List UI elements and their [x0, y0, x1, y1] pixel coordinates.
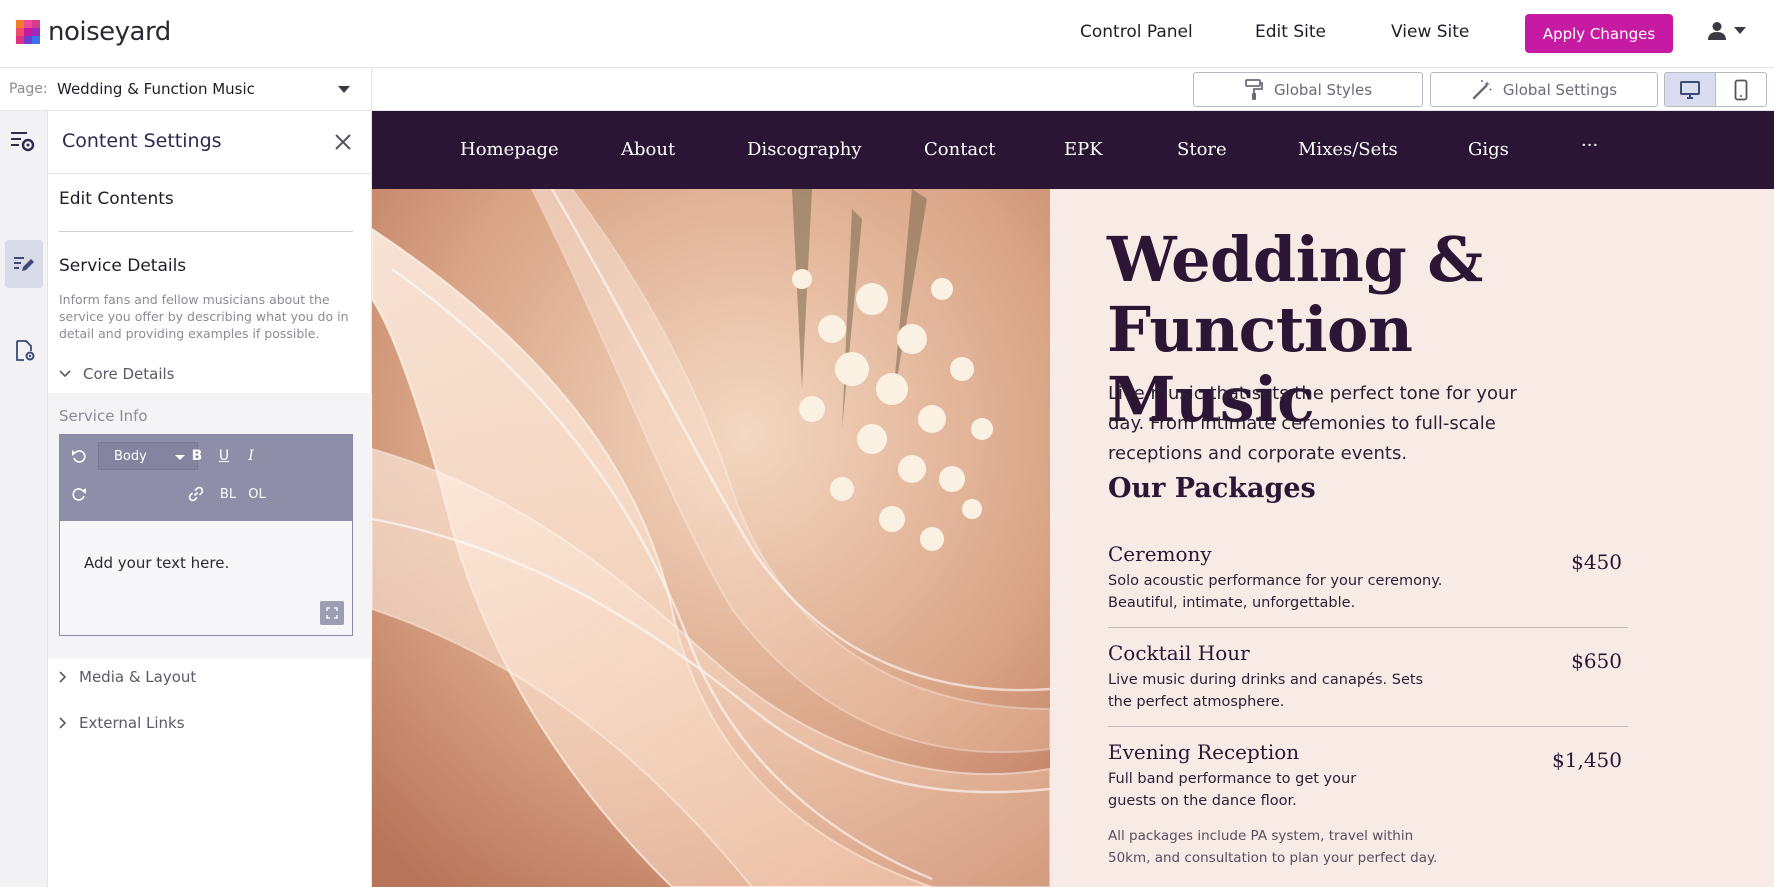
section-divider: [59, 231, 353, 232]
caret-down-icon: [1734, 27, 1746, 34]
nav-edit-site[interactable]: Edit Site: [1255, 22, 1326, 42]
page-selector[interactable]: Page: Wedding & Function Music: [0, 68, 372, 111]
service-intro: Live music that sets the perfect tone fo…: [1108, 383, 1517, 464]
italic-icon[interactable]: I: [240, 445, 262, 467]
site-nav-mixes-sets[interactable]: Mixes/Sets: [1298, 139, 1398, 160]
package-name: Evening Reception: [1108, 740, 1300, 764]
expand-icon: [326, 607, 338, 619]
media-layout-accordion[interactable]: Media & Layout: [59, 668, 196, 686]
site-nav-homepage[interactable]: Homepage: [460, 139, 559, 160]
veil-flowers-illustration: [372, 189, 1050, 887]
package-description: Live music during drinks and canapés. Se…: [1108, 672, 1424, 710]
close-icon[interactable]: [332, 131, 354, 153]
global-styles-button[interactable]: Global Styles: [1193, 72, 1423, 107]
text-style-caret-icon: [175, 455, 185, 460]
top-bar: noiseyard Control Panel Edit Site View S…: [0, 0, 1774, 68]
editor-placeholder[interactable]: Add your text here.: [84, 554, 229, 572]
rich-text-editor[interactable]: Body B U I BL OL Add your text here.: [59, 434, 353, 636]
package-name: Ceremony: [1108, 542, 1212, 566]
core-details-accordion[interactable]: Core Details: [59, 365, 175, 383]
rail-page-settings-button[interactable]: [5, 330, 43, 370]
editor-toolbar: Global Styles Global Settings: [372, 68, 1774, 111]
panel-title: Content Settings: [62, 130, 222, 152]
ordered-list-button[interactable]: OL: [244, 483, 270, 505]
nav-control-panel[interactable]: Control Panel: [1080, 22, 1193, 42]
package-price: $650: [1571, 649, 1622, 673]
expand-editor-button[interactable]: [320, 601, 344, 625]
service-details-title: Service Details: [59, 256, 187, 276]
package-item: Evening Reception Full band performance …: [1108, 740, 1628, 812]
site-nav-discography[interactable]: Discography: [747, 139, 862, 160]
external-links-accordion[interactable]: External Links: [59, 714, 185, 732]
text-style-select[interactable]: Body: [98, 442, 198, 470]
site-nav-epk[interactable]: EPK: [1064, 139, 1103, 160]
content-settings-panel: Content Settings Edit Contents Service D…: [11, 111, 372, 887]
package-divider: [1108, 726, 1628, 727]
brand-logo[interactable]: noiseyard: [16, 17, 171, 47]
mobile-view-button[interactable]: [1715, 72, 1767, 107]
package-item: Ceremony Solo acoustic performance for y…: [1108, 542, 1628, 614]
bold-icon[interactable]: B: [186, 445, 208, 467]
panel-header-divider: [48, 173, 372, 174]
page-select-value[interactable]: Wedding & Function Music: [57, 80, 255, 98]
global-settings-button[interactable]: Global Settings: [1430, 72, 1658, 107]
user-menu[interactable]: [1706, 20, 1746, 42]
underline-icon[interactable]: U: [213, 445, 235, 467]
package-description: Full band performance to get your guests…: [1108, 771, 1357, 809]
site-nav-contact[interactable]: Contact: [924, 139, 995, 160]
chevron-right-icon: [59, 671, 67, 683]
edit-contents-heading: Edit Contents: [59, 189, 174, 209]
package-divider: [1108, 627, 1628, 628]
chevron-down-icon: [59, 370, 71, 378]
nav-view-site[interactable]: View Site: [1391, 22, 1469, 42]
page-select-caret-icon[interactable]: [338, 86, 350, 93]
page-settings-icon: [16, 340, 35, 361]
bullet-list-button[interactable]: BL: [215, 483, 241, 505]
package-price: $450: [1571, 550, 1622, 574]
packages-heading: Our Packages: [1108, 473, 1316, 504]
desktop-icon: [1680, 80, 1700, 99]
service-details-description: Inform fans and fellow musicians about t…: [59, 292, 349, 341]
content-settings-icon: [11, 132, 35, 152]
edit-content-icon: [14, 257, 34, 271]
site-navigation: Homepage About Discography Contact EPK S…: [372, 111, 1774, 189]
brand-name: noiseyard: [48, 17, 171, 47]
rail-edit-content-button[interactable]: [5, 240, 43, 288]
undo-icon[interactable]: [68, 445, 90, 467]
text-style-value: Body: [114, 448, 147, 464]
user-icon: [1708, 22, 1726, 40]
packages-note: All packages include PA system, travel w…: [1108, 828, 1438, 866]
rich-text-toolbar: Body B U I BL OL: [60, 435, 352, 521]
desktop-view-button[interactable]: [1664, 72, 1716, 107]
site-nav-gigs[interactable]: Gigs: [1468, 139, 1509, 160]
site-preview: Homepage About Discography Contact EPK S…: [372, 111, 1774, 887]
package-description: Solo acoustic performance for your cerem…: [1108, 573, 1443, 611]
core-details-label: Core Details: [83, 365, 175, 383]
service-info-field: Service Info Body B U I BL OL Add your t…: [48, 393, 372, 658]
hero-content: Wedding & Function Music Live music that…: [1050, 189, 1774, 887]
external-links-label: External Links: [79, 714, 185, 732]
link-icon[interactable]: [185, 483, 207, 505]
magic-wand-icon: [1472, 79, 1492, 99]
mobile-icon: [1734, 79, 1748, 100]
global-settings-label: Global Settings: [1502, 80, 1618, 99]
package-price: $1,450: [1552, 748, 1622, 772]
site-nav-more-icon[interactable]: ···: [1581, 135, 1598, 156]
media-layout-label: Media & Layout: [79, 668, 197, 686]
site-nav-store[interactable]: Store: [1177, 139, 1227, 160]
global-styles-label: Global Styles: [1273, 80, 1373, 99]
package-item: Cocktail Hour Live music during drinks a…: [1108, 641, 1628, 713]
left-rail: [0, 111, 48, 887]
chevron-right-icon: [59, 717, 67, 729]
page-label: Page:: [9, 81, 48, 97]
hero-image: [372, 189, 1050, 887]
paint-roller-icon: [1245, 78, 1263, 100]
redo-icon[interactable]: [68, 483, 90, 505]
apply-changes-button[interactable]: Apply Changes: [1525, 14, 1673, 53]
site-nav-about[interactable]: About: [621, 139, 675, 160]
noiseyard-logo-icon: [16, 20, 40, 44]
panel-header: Content Settings: [11, 111, 372, 173]
service-info-label: Service Info: [59, 407, 148, 425]
package-name: Cocktail Hour: [1108, 641, 1250, 665]
